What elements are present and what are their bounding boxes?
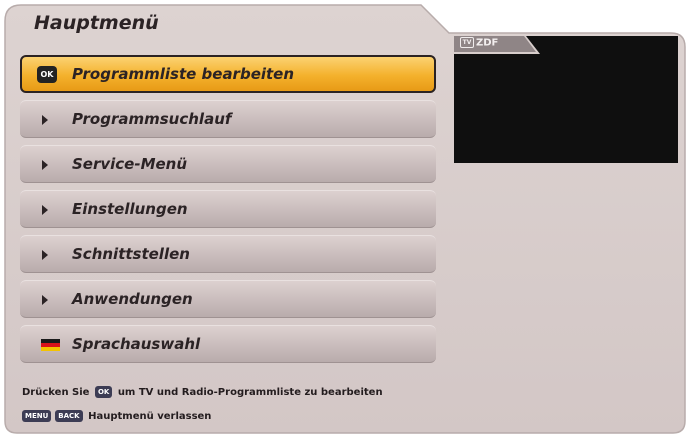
ok-key-icon: OK	[94, 386, 113, 398]
channel-tab: TV ZDF	[454, 36, 540, 54]
menu-item-label: Schnittstellen	[72, 245, 190, 263]
hint-suffix: um TV und Radio-Programmliste zu bearbei…	[117, 387, 383, 398]
menu-item-label: Programmsuchlauf	[72, 110, 232, 128]
menu-item-label: Einstellungen	[72, 200, 188, 218]
arrow-right-icon	[42, 205, 48, 215]
menu-item-anwendungen[interactable]: Anwendungen	[20, 280, 436, 318]
tv-icon: TV	[460, 37, 474, 48]
menu-item-label: Sprachauswahl	[72, 335, 201, 353]
channel-name: ZDF	[476, 37, 499, 49]
main-menu-list: OK Programmliste bearbeiten Programmsuch…	[20, 55, 436, 370]
arrow-right-icon	[42, 295, 48, 305]
arrow-right-icon	[42, 115, 48, 125]
ok-icon: OK	[37, 66, 57, 83]
exit-label: Hauptmenü verlassen	[88, 411, 212, 422]
menu-item-service-menu[interactable]: Service-Menü	[20, 145, 436, 183]
hint-prefix: Drücken Sie	[22, 387, 90, 398]
footer-hint: Drücken Sie OK um TV und Radio-Programml…	[22, 386, 383, 398]
menu-item-label: Programmliste bearbeiten	[72, 65, 295, 83]
menu-item-sprachauswahl[interactable]: Sprachauswahl	[20, 325, 436, 363]
arrow-right-icon	[42, 160, 48, 170]
menu-key-icon: MENU	[22, 410, 52, 422]
german-flag-icon	[41, 339, 60, 351]
menu-item-programmliste-bearbeiten[interactable]: OK Programmliste bearbeiten	[20, 55, 436, 93]
arrow-right-icon	[42, 250, 48, 260]
menu-item-einstellungen[interactable]: Einstellungen	[20, 190, 436, 228]
back-key-icon: BACK	[55, 410, 83, 422]
menu-item-label: Service-Menü	[72, 155, 188, 173]
menu-item-schnittstellen[interactable]: Schnittstellen	[20, 235, 436, 273]
page-title: Hauptmenü	[34, 12, 159, 34]
footer-exit: MENU BACK Hauptmenü verlassen	[22, 410, 211, 422]
tv-preview-window	[454, 36, 678, 163]
menu-item-programmsuchlauf[interactable]: Programmsuchlauf	[20, 100, 436, 138]
menu-item-label: Anwendungen	[72, 290, 193, 308]
